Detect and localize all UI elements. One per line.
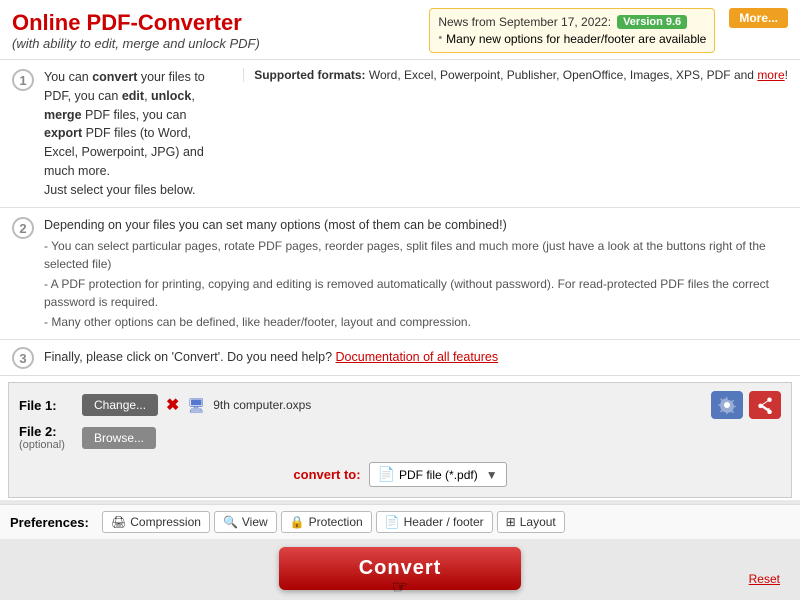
pref-compression-label: Compression	[130, 515, 201, 529]
dropdown-arrow-icon: ▼	[486, 468, 498, 482]
file1-action-buttons	[711, 391, 781, 419]
pref-header-footer-label: Header / footer	[404, 515, 484, 529]
pref-protection-label: Protection	[309, 515, 363, 529]
file2-label: File 2:	[19, 424, 74, 439]
pref-view-label: View	[242, 515, 268, 529]
step1-row: 1 You can convert your files to PDF, you…	[0, 60, 800, 208]
header: Online PDF-Converter (with ability to ed…	[0, 0, 800, 60]
header-title-block: Online PDF-Converter (with ability to ed…	[12, 10, 260, 51]
step2-bullet2: - A PDF protection for printing, copying…	[44, 275, 788, 311]
step1-text: You can convert your files to PDF, you c…	[44, 68, 225, 199]
change-button[interactable]: Change...	[82, 394, 158, 416]
step3-content: Finally, please click on 'Convert'. Do y…	[44, 348, 788, 367]
step2-number: 2	[12, 217, 34, 239]
convert-to-row: convert to: 📄 PDF file (*.pdf) ▼	[19, 456, 781, 491]
step2-bullet3: - Many other options can be defined, lik…	[44, 313, 788, 331]
step1-number: 1	[12, 69, 34, 91]
file-type-icon: 🖥	[187, 397, 205, 414]
pref-tab-header-footer[interactable]: 📄 Header / footer	[376, 511, 493, 533]
preferences-label: Preferences:	[10, 515, 90, 530]
format-select-dropdown[interactable]: 📄 PDF file (*.pdf) ▼	[369, 462, 507, 487]
pref-tab-view[interactable]: 🔍 View	[214, 511, 277, 533]
more-formats-link[interactable]: more	[757, 68, 784, 82]
pref-layout-label: Layout	[520, 515, 556, 529]
news-section: News from September 17, 2022: Version 9.…	[429, 8, 788, 53]
news-box: News from September 17, 2022: Version 9.…	[429, 8, 715, 53]
delete-file1-icon[interactable]: ✖	[166, 395, 179, 415]
step2-row: 2 Depending on your files you can set ma…	[0, 208, 800, 340]
view-icon: 🔍	[223, 515, 238, 529]
news-detail: • Many new options for header/footer are…	[438, 32, 706, 46]
filename-label: 9th computer.oxps	[213, 398, 311, 412]
cursor-hand-icon: ☞	[392, 577, 408, 598]
news-top: News from September 17, 2022: Version 9.…	[438, 15, 706, 29]
compression-icon: 🖨	[111, 515, 126, 529]
steps-area: 1 You can convert your files to PDF, you…	[0, 60, 800, 376]
preferences-row: Preferences: 🖨 Compression 🔍 View 🔒 Prot…	[0, 504, 800, 539]
file1-label: File 1:	[19, 398, 74, 413]
app-container: Online PDF-Converter (with ability to ed…	[0, 0, 800, 500]
file2-row: File 2: (optional) Browse...	[19, 424, 781, 451]
reset-link[interactable]: Reset	[749, 572, 780, 586]
step3-before-text: Finally, please click on 'Convert'. Do y…	[44, 350, 336, 364]
step2-line1: Depending on your files you can set many…	[44, 216, 788, 235]
app-subtitle: (with ability to edit, merge and unlock …	[12, 36, 260, 51]
pref-tab-compression[interactable]: 🖨 Compression	[102, 511, 210, 533]
file1-settings-icon-btn[interactable]	[711, 391, 743, 419]
pref-tab-layout[interactable]: ⊞ Layout	[497, 511, 565, 533]
step1-aside: Supported formats: Word, Excel, Powerpoi…	[243, 68, 788, 82]
step2-content: Depending on your files you can set many…	[44, 216, 788, 331]
step2-bullet1: - You can select particular pages, rotat…	[44, 237, 788, 273]
file-area: File 1: Change... ✖ 🖥 9th computer.oxps …	[8, 382, 792, 498]
docs-link[interactable]: Documentation of all features	[336, 350, 499, 364]
news-bullet-icon: •	[438, 32, 442, 44]
more-button[interactable]: More...	[729, 8, 788, 28]
step3-row: 3 Finally, please click on 'Convert'. Do…	[0, 340, 800, 375]
file1-row: File 1: Change... ✖ 🖥 9th computer.oxps	[19, 391, 781, 419]
news-date-label: News from September 17, 2022:	[438, 15, 611, 29]
news-version-badge: Version 9.6	[617, 15, 687, 29]
file1-share-icon-btn[interactable]	[749, 391, 781, 419]
step3-text: Finally, please click on 'Convert'. Do y…	[44, 348, 788, 367]
step1-content: You can convert your files to PDF, you c…	[44, 68, 225, 199]
supported-formats-label: Supported formats:	[254, 68, 365, 82]
app-title: Online PDF-Converter	[12, 10, 260, 36]
pref-tab-protection[interactable]: 🔒 Protection	[281, 511, 372, 533]
pdf-icon: 📄	[378, 466, 395, 483]
file2-label-block: File 2: (optional)	[19, 424, 74, 451]
format-label: PDF file (*.pdf)	[399, 468, 478, 482]
protection-icon: 🔒	[290, 515, 305, 529]
convert-row: Convert ☞ Reset	[0, 539, 800, 600]
convert-to-label: convert to:	[293, 467, 360, 482]
header-footer-icon: 📄	[385, 515, 400, 529]
browse-button[interactable]: Browse...	[82, 427, 156, 449]
layout-icon: ⊞	[506, 515, 516, 529]
optional-label: (optional)	[19, 439, 74, 451]
step3-number: 3	[12, 347, 34, 369]
news-bullet-text: Many new options for header/footer are a…	[446, 32, 706, 46]
